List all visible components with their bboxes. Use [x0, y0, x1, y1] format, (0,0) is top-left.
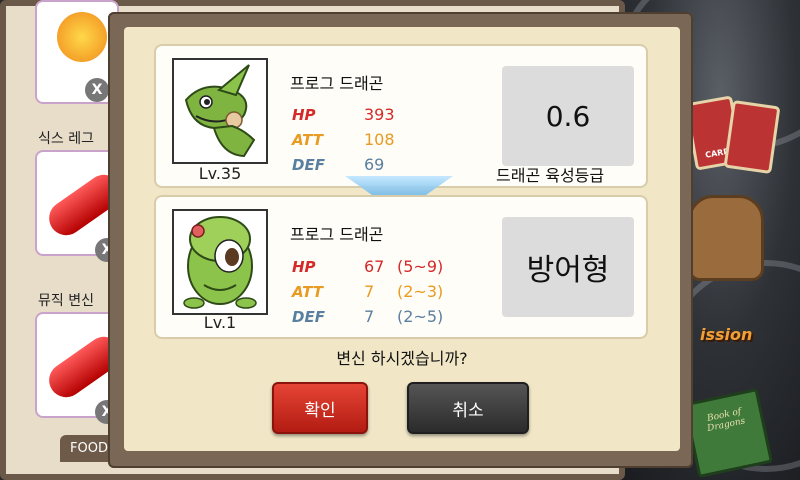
dragon-level: Lv.1 [203, 313, 237, 332]
mission-label: ission [700, 325, 753, 344]
frog-dragon-adult-icon [184, 64, 256, 158]
type-box: 방어형 [502, 217, 634, 317]
next-dragon-card: Lv.1 프로그 드래곤 HP 67 (5~9) ATT 7 (2~3) DEF… [154, 195, 648, 339]
hp-label: HP [292, 258, 316, 276]
dragon-portrait [172, 209, 268, 315]
def-label: DEF [292, 156, 325, 174]
hp-value: 67 [364, 257, 385, 276]
def-value: 7 [364, 307, 375, 326]
def-value: 69 [364, 155, 385, 174]
att-label: ATT [292, 131, 323, 149]
cancel-button[interactable]: 취소 [407, 382, 529, 434]
cancel-label: 취소 [452, 400, 484, 421]
att-value: 7 [364, 282, 375, 301]
confirm-label: 확인 [304, 400, 336, 421]
def-label: DEF [292, 308, 325, 326]
att-label: ATT [292, 283, 323, 301]
card-icon [723, 99, 781, 175]
grade-value: 0.6 [545, 99, 591, 133]
grade-box: 0.6 [502, 66, 634, 166]
att-range: (2~3) [397, 282, 444, 301]
confirm-button[interactable]: 확인 [272, 382, 368, 434]
backpack-icon[interactable] [688, 195, 764, 281]
shop-item[interactable]: X [35, 312, 128, 424]
evolve-question: 변신 하시겠습니까? [336, 349, 468, 368]
card-menu-button[interactable]: CARD [684, 95, 781, 175]
att-value: 108 [364, 130, 395, 149]
dragon-name: 프로그 드래곤 [290, 74, 384, 93]
mission-button[interactable]: ission [700, 325, 780, 365]
remove-badge[interactable]: X [85, 78, 109, 102]
def-range: (2~5) [397, 307, 444, 326]
frog-dragon-baby-icon [183, 216, 257, 309]
book-title: Book of Dragons [706, 406, 747, 435]
shop-item[interactable]: X [35, 150, 128, 262]
shop-item-title: 식스 레그 [38, 131, 94, 147]
sun-item-icon [57, 12, 107, 62]
current-dragon-card: Lv.35 프로그 드래곤 HP 393 ATT 108 DEF 69 0.6 … [154, 44, 648, 188]
shop-item-title: 뮤직 변신 [38, 293, 94, 309]
dragon-level: Lv.35 [198, 164, 242, 183]
shop-item[interactable]: X [35, 0, 119, 104]
dragon-portrait [172, 58, 268, 164]
book-of-dragons-button[interactable]: Book of Dragons [682, 387, 774, 479]
type-label: 방어형 [526, 253, 610, 288]
hp-value: 393 [364, 105, 395, 124]
dragon-name: 프로그 드래곤 [290, 225, 384, 244]
grade-label: 드래곤 육성등급 [496, 166, 605, 185]
hp-label: HP [292, 106, 316, 124]
hp-range: (5~9) [397, 257, 444, 276]
